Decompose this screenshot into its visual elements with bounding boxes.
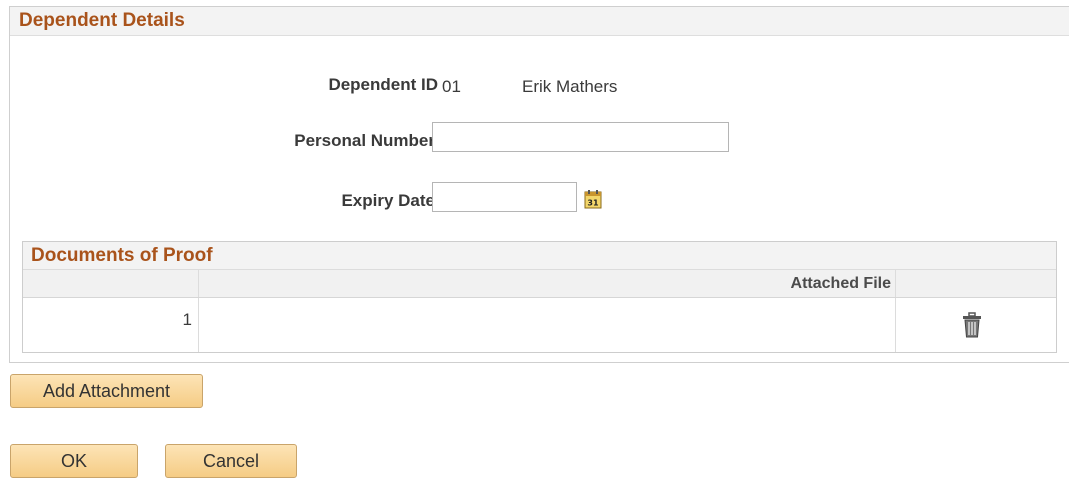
attached-file-column-header: Attached File [198,270,896,297]
table-row: 1 [23,298,1056,352]
svg-text:31: 31 [587,199,599,208]
ok-button[interactable]: OK [10,444,138,478]
dependent-name: Erik Mathers [522,77,618,96]
documents-of-proof-grid: Documents of Proof Attached File 1 [22,241,1057,353]
dependent-id-label: Dependent ID [328,75,438,94]
attached-file-cell [198,298,896,352]
grid-header-row: Attached File [23,270,1056,298]
calendar-icon[interactable]: 31 [584,189,602,209]
expiry-date-input[interactable] [432,182,577,212]
dependent-id-value: 01 [442,77,461,96]
row-number: 1 [182,310,192,329]
cancel-button[interactable]: Cancel [165,444,297,478]
personal-number-input[interactable] [432,122,729,152]
expiry-date-label: Expiry Date [341,191,435,210]
personal-number-label: Personal Number [294,131,435,150]
trash-icon[interactable] [961,312,983,338]
panel-title: Dependent Details [10,7,1069,36]
add-attachment-button[interactable]: Add Attachment [10,374,203,408]
grid-title: Documents of Proof [23,242,1056,270]
